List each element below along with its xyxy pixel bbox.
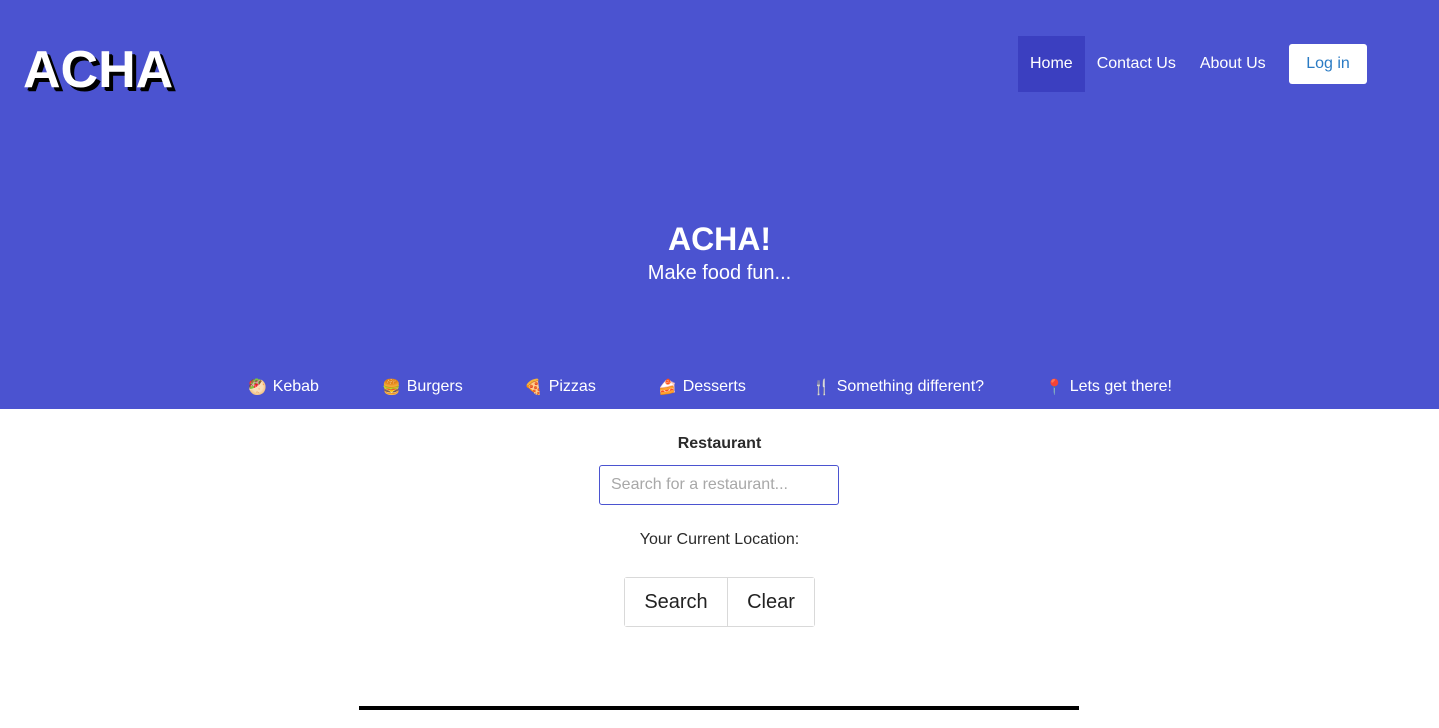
hero-title: ACHA!: [667, 221, 772, 257]
search-button-group: Search Clear: [624, 577, 815, 627]
category-burgers[interactable]: 🍔 Burgers: [382, 376, 463, 398]
hero-banner: ACHA Home Contact Us About Us Log in ACH…: [0, 0, 1439, 409]
category-desserts[interactable]: 🍰 Desserts: [658, 376, 746, 398]
search-button[interactable]: Search: [625, 578, 728, 626]
category-label: Lets get there!: [1069, 378, 1172, 395]
site-logo[interactable]: ACHA: [23, 40, 173, 100]
category-label: Kebab: [272, 378, 319, 395]
kebab-icon: 🥙: [248, 378, 267, 396]
nav-contact-us[interactable]: Contact Us: [1085, 36, 1188, 92]
category-label: Pizzas: [548, 378, 596, 395]
nav-home[interactable]: Home: [1018, 36, 1085, 92]
category-label: Burgers: [406, 378, 463, 395]
current-location-label: Your Current Location:: [639, 531, 800, 548]
pizza-icon: 🍕: [524, 378, 543, 396]
main-nav: Home Contact Us About Us: [1018, 36, 1278, 92]
section-divider: [359, 706, 1079, 710]
hero-subtitle: Make food fun...: [647, 262, 792, 284]
category-label: Desserts: [682, 378, 746, 395]
category-something-different[interactable]: 🍴 Something different?: [812, 376, 984, 398]
login-button[interactable]: Log in: [1289, 44, 1367, 84]
category-kebab[interactable]: 🥙 Kebab: [248, 376, 319, 398]
category-pizzas[interactable]: 🍕 Pizzas: [524, 376, 596, 398]
cake-icon: 🍰: [658, 378, 677, 396]
nav-about-us[interactable]: About Us: [1188, 36, 1278, 92]
fork-knife-icon: 🍴: [812, 378, 831, 396]
restaurant-label: Restaurant: [677, 435, 762, 452]
location-pin-icon: 📍: [1045, 378, 1064, 396]
burger-icon: 🍔: [382, 378, 401, 396]
clear-button[interactable]: Clear: [728, 578, 814, 626]
restaurant-search-input[interactable]: [599, 465, 839, 505]
category-label: Something different?: [836, 378, 985, 395]
category-lets-get-there[interactable]: 📍 Lets get there!: [1045, 376, 1172, 398]
category-bar: 🥙 Kebab 🍔 Burgers 🍕 Pizzas 🍰 Desserts 🍴 …: [0, 376, 1439, 400]
